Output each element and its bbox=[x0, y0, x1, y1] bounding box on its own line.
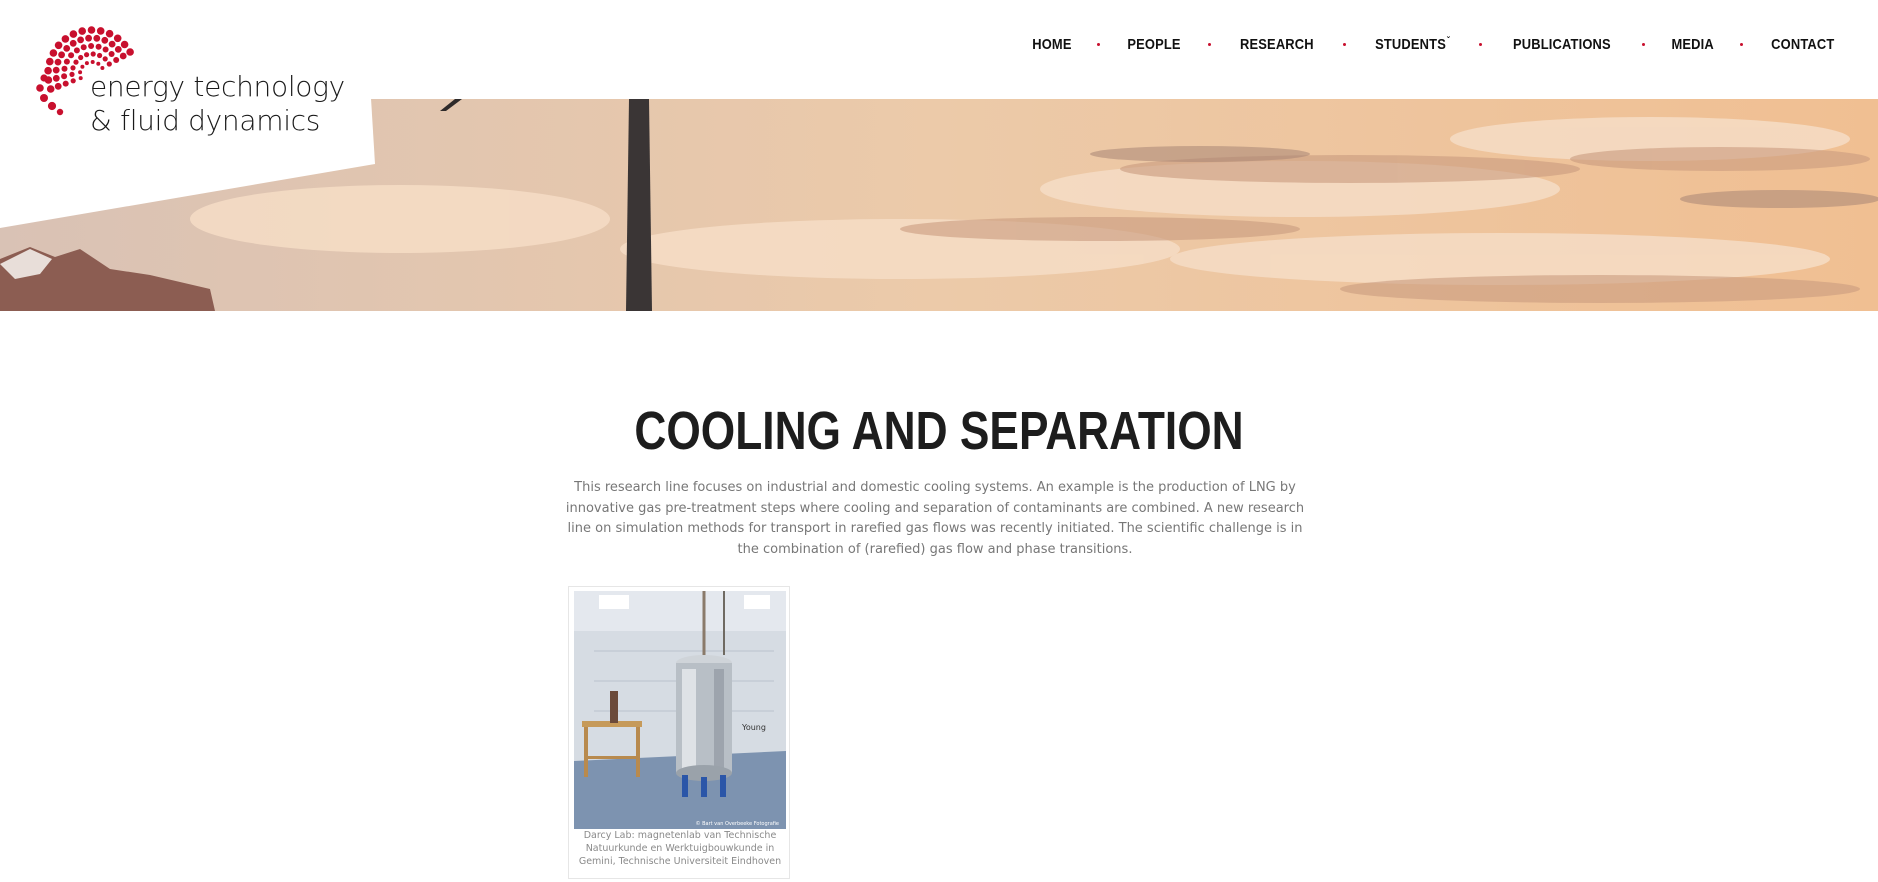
nav-separator bbox=[1343, 43, 1347, 46]
logo-dot bbox=[96, 61, 101, 66]
logo-dot bbox=[93, 34, 101, 42]
nav-students[interactable]: STUDENTS ˇ bbox=[1375, 36, 1450, 53]
logo-dot bbox=[62, 80, 69, 87]
logo-dot bbox=[84, 52, 90, 58]
brand-wordmark[interactable]: energy technology & fluid dynamics bbox=[90, 70, 345, 138]
logo-dot bbox=[69, 30, 78, 38]
main-nav: HOME PEOPLE RESEARCH STUDENTS ˇ PUBLICATI… bbox=[1029, 36, 1840, 53]
logo-dot bbox=[95, 43, 102, 50]
logo-dot bbox=[44, 66, 52, 75]
logo-dot bbox=[63, 58, 70, 65]
logo-dot bbox=[126, 48, 134, 56]
logo-dot bbox=[106, 61, 112, 67]
figure-caption: Darcy Lab: magnetenlab van Technische Na… bbox=[578, 830, 782, 867]
logo-dot bbox=[68, 52, 75, 59]
logo-dot bbox=[46, 85, 55, 93]
logo-dot bbox=[88, 43, 95, 49]
logo-dot bbox=[77, 36, 84, 44]
logo-dot bbox=[102, 56, 108, 62]
logo-dot bbox=[54, 82, 62, 90]
logo-dot bbox=[36, 84, 44, 92]
logo-dot bbox=[49, 49, 58, 57]
logo-dot bbox=[113, 34, 122, 43]
logo-dot bbox=[114, 46, 122, 53]
brand-line-1: energy technology bbox=[90, 70, 345, 103]
logo-dot bbox=[90, 51, 96, 57]
logo-dot bbox=[105, 29, 114, 38]
nav-separator bbox=[1479, 43, 1483, 46]
nav-students-label: STUDENTS bbox=[1375, 36, 1447, 53]
logo-dot bbox=[108, 40, 116, 48]
logo-dot bbox=[63, 45, 71, 52]
logo-dot bbox=[58, 51, 65, 59]
nav-separator bbox=[1642, 43, 1646, 46]
lab-photo[interactable]: Young © Bart van Overbeeke Fotografie bbox=[574, 591, 786, 829]
nav-separator bbox=[1097, 43, 1101, 46]
logo-dot bbox=[56, 108, 64, 116]
page-title: COOLING AND SEPARATION bbox=[634, 401, 1244, 461]
logo-dot bbox=[54, 58, 62, 66]
logo-dot bbox=[40, 94, 48, 102]
logo-dot bbox=[90, 60, 95, 64]
logo-dot bbox=[54, 41, 63, 50]
logo-dot bbox=[96, 27, 105, 35]
logo-dot bbox=[97, 52, 103, 59]
nav-separator bbox=[1740, 43, 1744, 46]
logo-dot bbox=[46, 57, 54, 66]
nav-separator bbox=[1208, 43, 1212, 46]
logo-dot bbox=[108, 51, 115, 57]
logo-dot bbox=[101, 36, 109, 44]
logo-dot bbox=[52, 74, 60, 82]
chevron-down-icon: ˇ bbox=[1447, 36, 1451, 47]
logo-dot bbox=[69, 71, 75, 77]
logo-dot bbox=[52, 66, 60, 74]
logo-dot bbox=[120, 40, 129, 49]
logo-dot bbox=[70, 65, 76, 71]
logo-dot bbox=[40, 74, 48, 82]
logo-dot bbox=[78, 54, 84, 61]
nav-research[interactable]: RESEARCH bbox=[1240, 36, 1314, 53]
logo-dot bbox=[85, 34, 92, 42]
photo-sign-text: Young bbox=[741, 723, 766, 732]
logo-dot bbox=[61, 73, 68, 80]
logo-dot bbox=[119, 52, 127, 60]
logo-dot bbox=[47, 101, 57, 111]
figure-card: Young © Bart van Overbeeke Fotografie Da… bbox=[568, 586, 790, 879]
logo-dot bbox=[73, 59, 79, 65]
nav-home[interactable]: HOME bbox=[1032, 36, 1071, 53]
logo-dot bbox=[87, 26, 96, 34]
logo-dot bbox=[84, 61, 89, 66]
logo-dot bbox=[80, 64, 85, 69]
logo-dot bbox=[69, 39, 77, 47]
logo-dot bbox=[78, 76, 83, 81]
logo-dot bbox=[73, 47, 80, 54]
nav-contact[interactable]: CONTACT bbox=[1772, 36, 1835, 53]
intro-paragraph: This research line focuses on industrial… bbox=[565, 480, 1305, 557]
nav-people[interactable]: PEOPLE bbox=[1128, 36, 1181, 53]
logo-dot bbox=[102, 46, 109, 53]
nav-publications[interactable]: PUBLICATIONS bbox=[1513, 36, 1611, 53]
logo-dot bbox=[78, 70, 83, 75]
logo-dot bbox=[61, 35, 70, 43]
logo-dot bbox=[113, 57, 120, 63]
logo-dot bbox=[78, 27, 86, 35]
logo-dot bbox=[61, 65, 68, 72]
brand-line-2: & fluid dynamics bbox=[90, 104, 321, 137]
photo-watermark: © Bart van Overbeeke Fotografie bbox=[695, 820, 779, 827]
logo-dot bbox=[70, 78, 76, 84]
logo-dot bbox=[80, 44, 87, 51]
nav-media[interactable]: MEDIA bbox=[1671, 36, 1713, 53]
